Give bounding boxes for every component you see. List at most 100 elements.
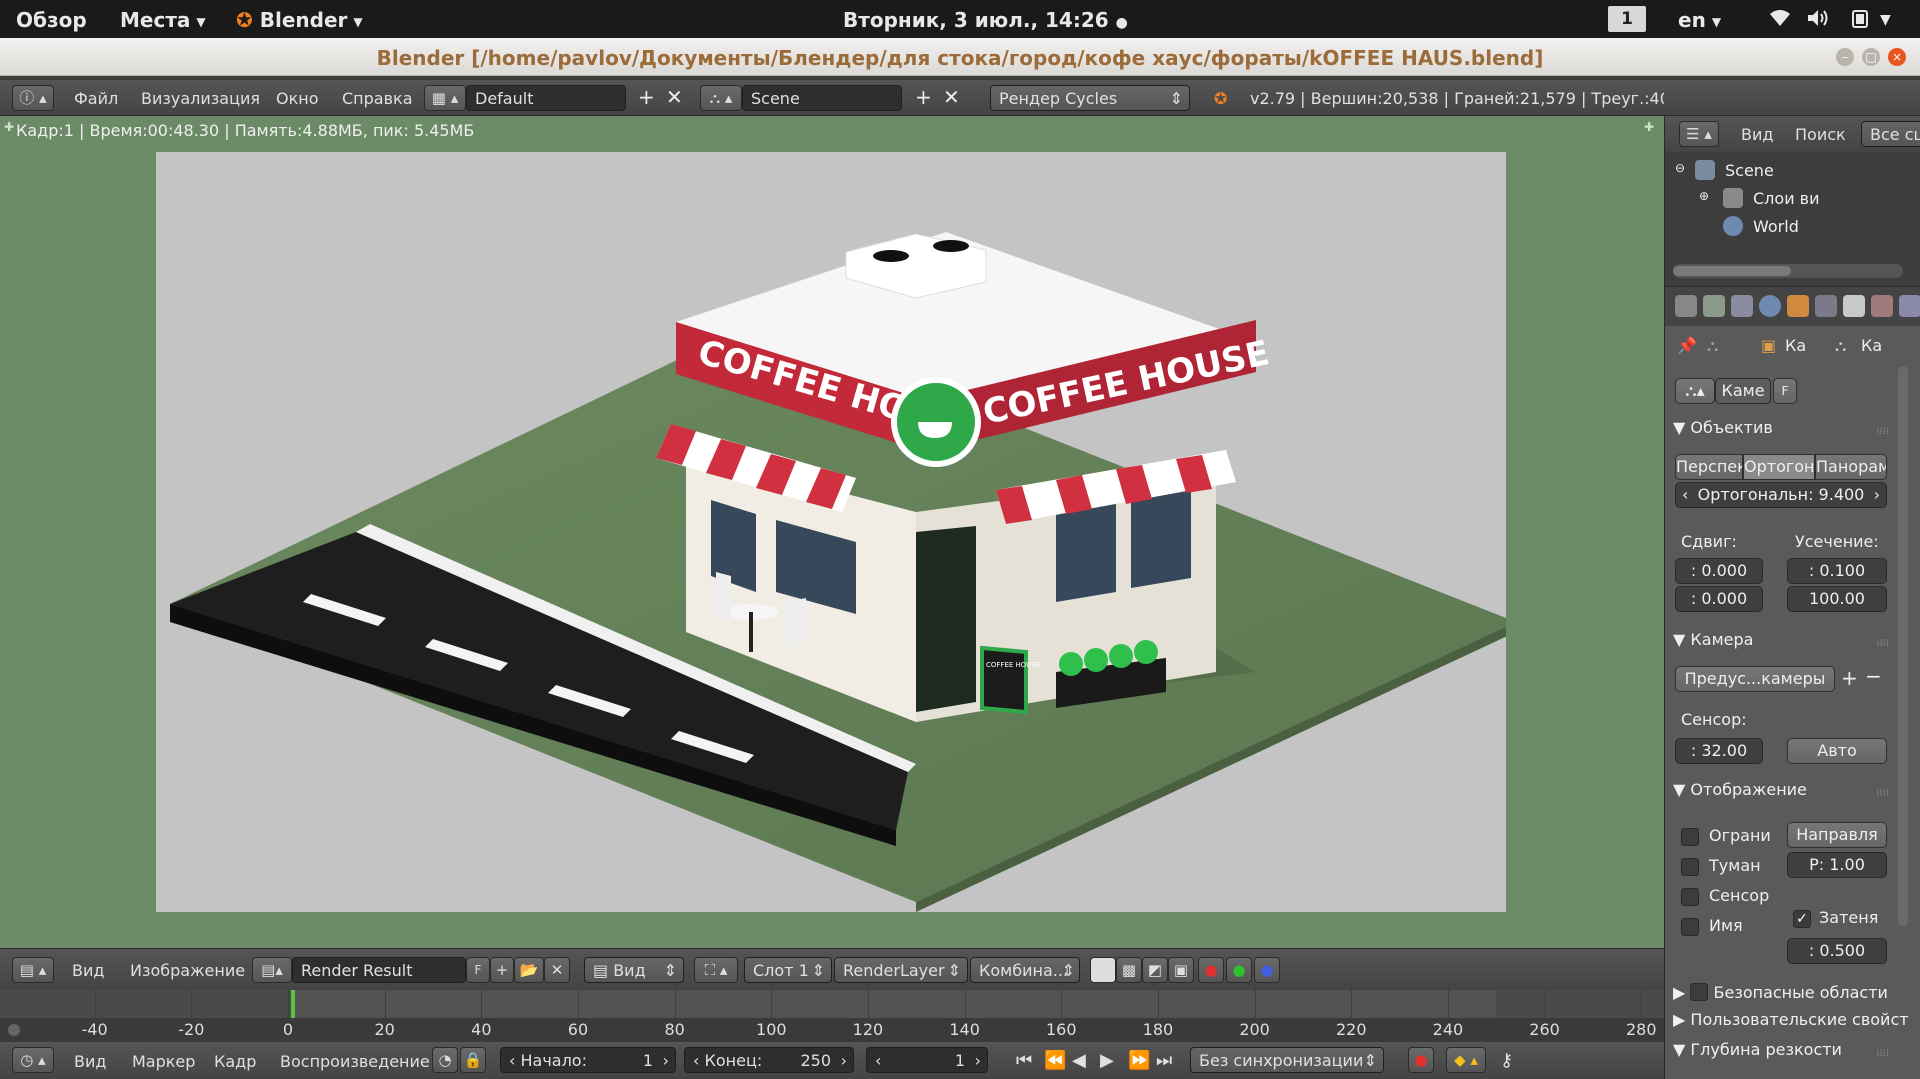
menu-frame[interactable]: Кадр xyxy=(214,1052,256,1071)
render-pass-select[interactable]: Комбина... ⇕ xyxy=(970,957,1080,983)
passepartout-checkbox[interactable]: ✓ xyxy=(1793,910,1811,928)
image-editor-type-icon[interactable]: ▤ ▴ xyxy=(12,957,54,983)
timeline-strip[interactable] xyxy=(0,990,1664,1018)
decrement-arrow-icon[interactable]: ‹ xyxy=(1682,483,1688,507)
image-name-field[interactable]: Render Result xyxy=(292,957,466,983)
clock[interactable]: Вторник, 3 июл., 14:26 ● xyxy=(843,8,1128,32)
view-mode-select[interactable]: ▤ Вид ⇕ xyxy=(584,957,684,983)
keyframe-insert-icon[interactable]: ⚷ xyxy=(1500,1050,1513,1071)
outliner-menu-search[interactable]: Поиск xyxy=(1795,125,1846,144)
sensor-size-field[interactable]: : 32.00 xyxy=(1675,738,1763,764)
wifi-icon[interactable] xyxy=(1768,8,1792,33)
area-corner-icon[interactable]: ✚ xyxy=(4,120,14,134)
expand-toggle-icon[interactable]: ⊕ xyxy=(1699,189,1709,203)
decrement-arrow-icon[interactable]: ‹ xyxy=(509,1051,520,1070)
lens-type-panoramic[interactable]: Панорам xyxy=(1815,454,1887,480)
battery-icon[interactable] xyxy=(1850,8,1872,35)
area-corner-icon[interactable]: ✚ xyxy=(1644,120,1654,134)
tab-physics-icon[interactable] xyxy=(1899,295,1920,317)
volume-icon[interactable] xyxy=(1806,8,1830,33)
add-layout-icon[interactable]: + xyxy=(638,87,655,107)
new-image-icon[interactable]: + xyxy=(490,957,514,983)
tab-render-layers-icon[interactable] xyxy=(1703,295,1725,317)
pin-icon[interactable]: 📌 xyxy=(1677,336,1697,355)
menu-image[interactable]: Изображение xyxy=(130,961,245,980)
clip-start-field[interactable]: : 0.100 xyxy=(1787,558,1887,584)
panel-grip-icon[interactable]: ⁞⁞⁞⁞ xyxy=(1876,788,1889,799)
open-image-icon[interactable]: 📂 xyxy=(514,957,544,983)
render-layer-select[interactable]: RenderLayer ⇕ xyxy=(834,957,968,983)
display-channels-icon[interactable]: ▣ xyxy=(1168,957,1194,983)
tab-scene-icon[interactable] xyxy=(1731,295,1753,317)
outliner-item-world[interactable]: World xyxy=(1665,212,1920,240)
menu-window[interactable]: Окно xyxy=(276,89,319,108)
decrement-arrow-icon[interactable]: ‹ xyxy=(875,1051,881,1070)
shift-x-field[interactable]: : 0.000 xyxy=(1675,558,1763,584)
guides-select[interactable]: Направля xyxy=(1787,822,1887,848)
remove-layout-icon[interactable]: ✕ xyxy=(666,87,683,107)
increment-arrow-icon[interactable]: › xyxy=(1874,483,1880,507)
safe-areas-checkbox[interactable] xyxy=(1690,983,1709,1001)
tab-world-icon[interactable] xyxy=(1759,295,1781,317)
channel-red-icon[interactable]: ● xyxy=(1198,957,1224,983)
menu-view[interactable]: Вид xyxy=(72,961,104,980)
outliner-menu-view[interactable]: Вид xyxy=(1741,125,1773,144)
timeline-ruler[interactable]: -40 -20 0 20 40 60 80 100 120 140 160 180 200 220 240 2… xyxy=(0,1018,1664,1042)
activities-button[interactable]: Обзор xyxy=(16,8,87,32)
passepartout-alpha-field[interactable]: : 0.500 xyxy=(1787,938,1887,964)
decrement-arrow-icon[interactable]: ‹ xyxy=(693,1051,704,1070)
display-rgb-icon[interactable]: ▩ xyxy=(1116,957,1142,983)
pivot-icon[interactable]: ⛶ ▴ xyxy=(694,957,738,983)
render-engine-select[interactable]: Рендер Cycles ⇕ xyxy=(990,85,1190,111)
lens-type-orthographic[interactable]: Ортогона xyxy=(1743,454,1815,480)
scene-field[interactable]: Scene xyxy=(742,85,902,111)
app-menu[interactable]: ✪ Blender ▼ xyxy=(236,8,363,32)
remove-scene-icon[interactable]: ✕ xyxy=(943,87,960,107)
fake-user-button[interactable]: F xyxy=(1773,378,1797,404)
minimize-icon[interactable]: – xyxy=(1836,48,1854,66)
camera-preset-menu[interactable]: Предус...камеры xyxy=(1675,666,1835,692)
name-checkbox[interactable] xyxy=(1681,918,1699,936)
panel-display-header[interactable]: ▼ Отображение ⁞⁞⁞⁞ xyxy=(1673,780,1895,810)
image-browse-icon[interactable]: ▤▴ xyxy=(252,957,292,983)
display-size-field[interactable]: P: 1.00 xyxy=(1787,852,1887,878)
add-preset-icon[interactable]: + xyxy=(1841,666,1858,690)
start-frame-field[interactable]: ‹ Начало: 1 › xyxy=(500,1047,676,1073)
display-zbuffer-icon[interactable]: ◩ xyxy=(1142,957,1168,983)
jump-keyframe-forward-icon[interactable]: ⏩ xyxy=(1128,1050,1150,1071)
panel-grip-icon[interactable]: ⁞⁞⁞⁞ xyxy=(1876,1048,1889,1059)
increment-arrow-icon[interactable]: › xyxy=(663,1051,669,1070)
tab-render-icon[interactable] xyxy=(1675,295,1697,317)
tab-texture-icon[interactable] xyxy=(1871,295,1893,317)
record-icon[interactable]: ● xyxy=(1408,1047,1434,1073)
tab-constraints-icon[interactable] xyxy=(1815,295,1837,317)
menu-help[interactable]: Справка xyxy=(342,89,413,108)
camera-datablock-browse-icon[interactable]: ⛬▴ xyxy=(1675,378,1715,404)
jump-keyframe-back-icon[interactable]: ⏪ xyxy=(1044,1050,1066,1071)
lens-type-perspective[interactable]: Перспек xyxy=(1675,454,1743,480)
keyboard-layout-menu[interactable]: en ▼ xyxy=(1678,8,1721,32)
screen-layout-icon[interactable]: ▦ ▴ xyxy=(424,85,466,111)
sensor-checkbox[interactable] xyxy=(1681,888,1699,906)
timeline[interactable]: -40 -20 0 20 40 60 80 100 120 140 160 180 200 220 240 2… xyxy=(0,990,1664,1042)
camera-datablock-name[interactable]: Каме xyxy=(1715,378,1771,404)
panel-safe-areas-header[interactable]: ▶ Безопасные области xyxy=(1673,980,1895,1010)
menu-marker[interactable]: Маркер xyxy=(132,1052,195,1071)
jump-to-start-icon[interactable]: ⏮ xyxy=(1016,1050,1032,1071)
panel-grip-icon[interactable]: ⁞⁞⁞⁞ xyxy=(1876,638,1889,649)
menu-playback[interactable]: Воспроизведение xyxy=(280,1052,430,1071)
panel-grip-icon[interactable]: ⁞⁞⁞⁞ xyxy=(1876,426,1889,437)
jump-to-end-icon[interactable]: ⏭ xyxy=(1156,1050,1172,1071)
lock-icon[interactable]: 🔒 xyxy=(460,1047,486,1073)
panel-dof-header[interactable]: ▼ Глубина резкости ⁞⁞⁞⁞ xyxy=(1673,1040,1895,1070)
display-alpha-icon[interactable]: ▦ xyxy=(1090,957,1116,983)
scene-icon[interactable]: ⛬ ▴ xyxy=(700,85,742,111)
outliner-item-render-layers[interactable]: ⊕ Слои ви xyxy=(1665,184,1920,212)
sensor-fit-select[interactable]: Авто xyxy=(1787,738,1887,764)
scrollbar-thumb[interactable] xyxy=(1673,266,1791,276)
panel-custom-props-header[interactable]: ▶ Пользовательские свойст xyxy=(1673,1010,1909,1040)
preview-range-icon[interactable]: ◔ xyxy=(432,1047,458,1073)
mist-checkbox[interactable] xyxy=(1681,858,1699,876)
properties-scrollbar[interactable] xyxy=(1898,366,1908,926)
image-editor[interactable]: ✚ ✚ Кадр:1 | Время:00:48.30 | Память:4.8… xyxy=(0,116,1664,948)
